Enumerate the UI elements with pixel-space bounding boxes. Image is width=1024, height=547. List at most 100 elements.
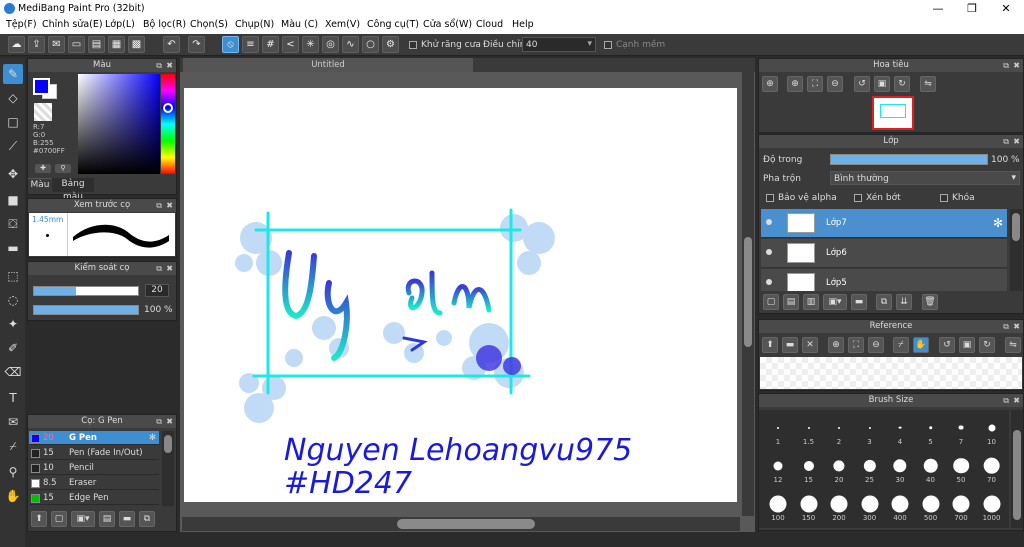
brush-tool-icon[interactable]: ✎ <box>3 64 23 84</box>
close-icon[interactable]: ✖ <box>1013 394 1020 407</box>
gear-icon[interactable]: ✻ <box>149 431 156 445</box>
flip-icon[interactable]: ⇋ <box>1005 337 1021 353</box>
brush-settings-icon[interactable]: ▤ <box>99 511 115 527</box>
visibility-icon[interactable] <box>766 279 772 285</box>
select-pen-tool-icon[interactable]: ✐ <box>3 338 23 358</box>
alpha-lock-checkbox[interactable] <box>766 194 774 202</box>
undock-icon[interactable]: ⧉ <box>156 199 162 212</box>
brush-item[interactable]: 15 Pen (Fade In/Out) <box>29 446 159 460</box>
adjust-select[interactable]: 40 ▾ <box>522 37 596 52</box>
brush-size-preset[interactable]: 300 <box>855 490 885 522</box>
transparent-swatch[interactable] <box>34 103 52 121</box>
maximize-icon[interactable]: ❐ <box>960 1 984 16</box>
layer-folder-icon[interactable]: ▬ <box>851 294 867 310</box>
canvas-hscrollbar[interactable] <box>182 517 740 531</box>
brush-size-preset[interactable]: 5 <box>916 414 946 446</box>
fg-color-swatch[interactable] <box>33 78 50 95</box>
menu-filter[interactable]: Bộ lọc(R) <box>143 19 186 30</box>
folder-icon[interactable]: ▬ <box>782 337 798 353</box>
text-tool-icon[interactable]: T <box>3 388 23 408</box>
drawing-canvas[interactable]: Nguyen Lehoangvu975 #HD247 <box>184 88 737 502</box>
gear-icon[interactable]: ✻ <box>993 216 1003 230</box>
brush-menu-icon[interactable]: ▣▾ <box>71 511 95 527</box>
gradient-tool-icon[interactable]: ▬ <box>3 238 23 258</box>
snap-curve-icon[interactable]: ∿ <box>342 36 359 53</box>
menu-window[interactable]: Cửa sổ(W) <box>423 19 472 30</box>
close-icon[interactable]: ✖ <box>1013 59 1020 72</box>
brush-size-preset[interactable]: 7 <box>946 414 976 446</box>
brush-size-preset[interactable]: 3 <box>855 414 885 446</box>
brush-item[interactable]: 15 Edge Pen <box>29 491 159 505</box>
hand-tool-icon[interactable]: ✋ <box>3 486 23 506</box>
eyedropper-tool-icon[interactable]: ⚲ <box>3 462 23 482</box>
menu-view[interactable]: Xem(V) <box>325 19 360 30</box>
close-icon[interactable]: ✖ <box>1013 320 1020 333</box>
close-icon[interactable]: ✖ <box>166 199 173 212</box>
zoom-in-icon[interactable]: ⊕ <box>828 337 844 353</box>
brush-opacity-slider[interactable] <box>33 305 139 315</box>
undock-icon[interactable]: ⧉ <box>1003 320 1009 333</box>
tab-color[interactable]: Màu <box>28 178 52 192</box>
saturation-value-picker[interactable] <box>78 74 160 174</box>
brush-size-scrollbar[interactable] <box>1011 410 1023 528</box>
snap-off-icon[interactable]: ⦸ <box>222 36 239 53</box>
rotate-right-icon[interactable]: ↻ <box>894 76 910 92</box>
zoom-out-icon[interactable]: ⊖ <box>868 337 884 353</box>
duplicate-icon[interactable]: ⧉ <box>139 511 155 527</box>
menu-help[interactable]: Help <box>512 19 534 30</box>
add-brush-icon[interactable]: ⬆ <box>31 511 47 527</box>
menu-file[interactable]: Tệp(F) <box>6 19 37 30</box>
zoom-fit-icon[interactable]: ⊕ <box>787 76 803 92</box>
brush-size-preset[interactable]: 2 <box>824 414 854 446</box>
brush-size-preset[interactable]: 10 <box>977 414 1007 446</box>
undock-icon[interactable]: ⧉ <box>1003 135 1009 148</box>
menu-select[interactable]: Chọn(S) <box>190 19 228 30</box>
brush-size-preset[interactable]: 150 <box>794 490 824 522</box>
brush-size-preset[interactable]: 70 <box>977 452 1007 484</box>
reference-view[interactable] <box>760 357 1022 389</box>
canvas-vscrollbar[interactable] <box>742 72 754 516</box>
rotate-left-icon[interactable]: ↺ <box>854 76 870 92</box>
eraser-tool-icon[interactable]: ◇ <box>3 88 23 108</box>
brush-size-preset[interactable]: 25 <box>855 452 885 484</box>
brush-size-preset[interactable]: 400 <box>885 490 915 522</box>
undock-icon[interactable]: ⧉ <box>156 59 162 72</box>
document-tab[interactable]: Untitled <box>183 58 473 72</box>
snap-grid-icon[interactable]: # <box>262 36 279 53</box>
close-icon[interactable]: ✖ <box>166 59 173 72</box>
rotate-left-icon[interactable]: ↺ <box>939 337 955 353</box>
layer-item[interactable]: Lớp5 <box>761 269 1007 291</box>
hand-icon[interactable]: ✋ <box>913 337 929 353</box>
fill-rect-tool-icon[interactable]: ■ <box>3 190 23 210</box>
brush-size-preset[interactable]: 30 <box>885 452 915 484</box>
snap-circle-icon[interactable]: ◎ <box>322 36 339 53</box>
duplicate-layer-icon[interactable]: ⧉ <box>876 294 892 310</box>
undo-icon[interactable]: ↶ <box>163 36 180 53</box>
snap-ellipse-icon[interactable]: ○ <box>362 36 379 53</box>
share-icon[interactable]: ⇪ <box>28 36 45 53</box>
menu-capture[interactable]: Chụp(N) <box>235 19 274 30</box>
navigator-thumbnail[interactable] <box>872 96 914 130</box>
hue-handle[interactable] <box>163 103 173 113</box>
brush-size-preset[interactable]: 1000 <box>977 490 1007 522</box>
layer-opacity-slider[interactable] <box>830 154 988 165</box>
zoom-in-icon[interactable]: ⊕ <box>762 76 778 92</box>
folder-icon[interactable]: ▬ <box>119 511 135 527</box>
minimize-icon[interactable]: — <box>926 1 950 16</box>
merge-layer-icon[interactable]: ⇊ <box>896 294 912 310</box>
rotate-right-icon[interactable]: ↻ <box>979 337 995 353</box>
visibility-icon[interactable] <box>766 219 772 225</box>
brush-size-preset[interactable]: 12 <box>763 452 793 484</box>
menu-tools[interactable]: Công cụ(T) <box>367 19 419 30</box>
brush-size-preset[interactable]: 200 <box>824 490 854 522</box>
brush-size-preset[interactable]: 50 <box>946 452 976 484</box>
redo-icon[interactable]: ↷ <box>188 36 205 53</box>
dropper-color-icon[interactable]: ⚲ <box>55 164 71 173</box>
add-color-icon[interactable]: ✚ <box>35 164 51 173</box>
layer-menu-icon[interactable]: ▣▾ <box>823 294 847 310</box>
rect-tool-icon[interactable]: □ <box>3 112 23 132</box>
hue-slider[interactable] <box>161 74 175 174</box>
brush-size-value[interactable]: 20 <box>145 284 169 297</box>
pages-icon[interactable]: ▦ <box>108 36 125 53</box>
close-icon[interactable]: ✖ <box>1013 135 1020 148</box>
